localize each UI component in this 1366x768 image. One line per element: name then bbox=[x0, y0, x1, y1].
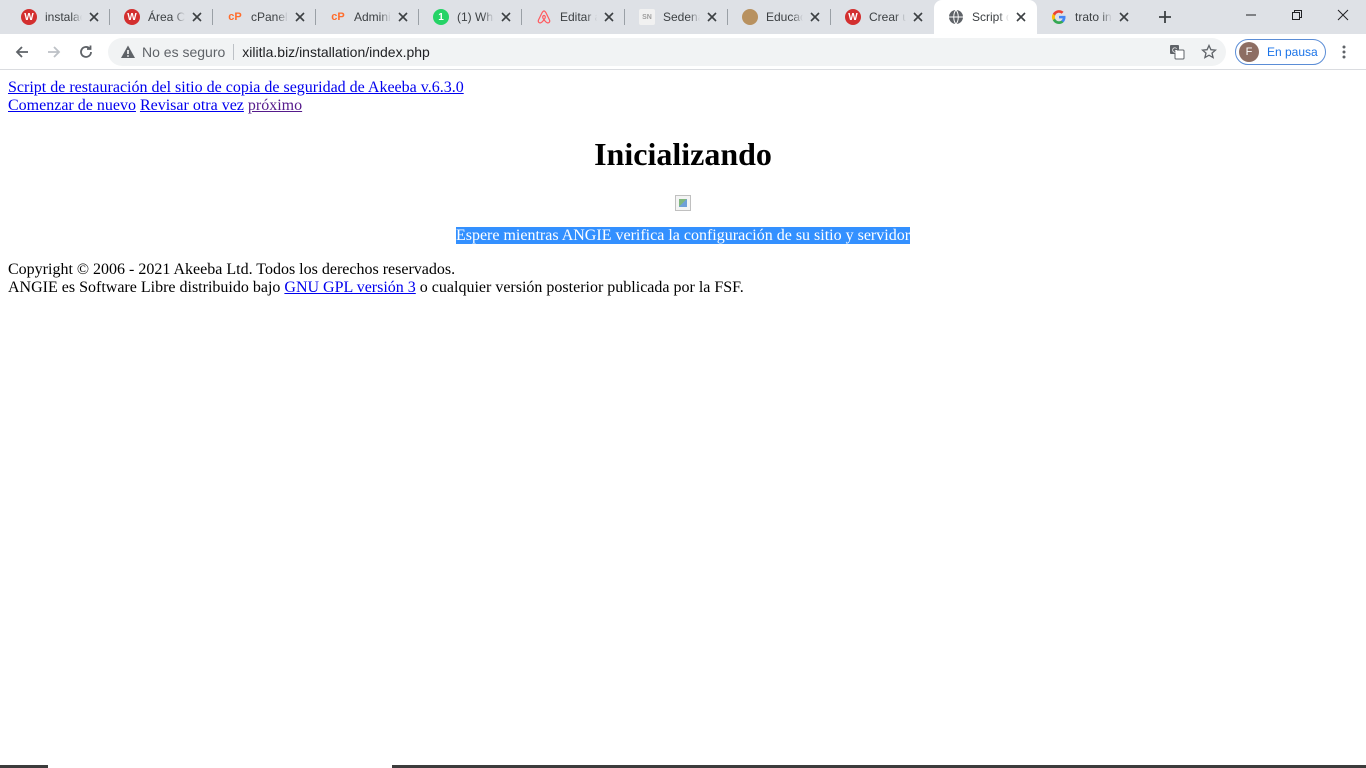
tab-title: trato in bbox=[1075, 10, 1112, 24]
tab-title: instalación bbox=[45, 10, 82, 24]
url-text[interactable]: xilitla.biz/installation/index.php bbox=[242, 44, 430, 60]
broken-image-icon bbox=[675, 195, 691, 211]
reload-button[interactable] bbox=[72, 38, 100, 66]
close-icon bbox=[1337, 9, 1349, 21]
browser-tab[interactable]: Script de restauración bbox=[934, 0, 1037, 34]
arrow-left-icon bbox=[15, 46, 28, 58]
next-link[interactable]: próximo bbox=[248, 97, 302, 114]
tab-close-icon[interactable] bbox=[1116, 9, 1132, 25]
arrow-right-icon bbox=[48, 46, 61, 58]
copyright-text: Copyright © 2006 - 2021 Akeeba Ltd. Todo… bbox=[8, 261, 456, 278]
plus-icon bbox=[1159, 11, 1171, 23]
close-window-button[interactable] bbox=[1320, 0, 1366, 30]
cpanel-icon: cP bbox=[331, 11, 345, 23]
browser-tab[interactable]: cP Administrador bbox=[316, 0, 419, 34]
start-over-link[interactable]: Comenzar de nuevo bbox=[8, 97, 136, 114]
recheck-link[interactable]: Revisar otra vez bbox=[140, 97, 244, 114]
status-message: Espere mientras ANGIE verifica la config… bbox=[455, 227, 911, 244]
tab-close-icon[interactable] bbox=[807, 9, 823, 25]
svg-text:G: G bbox=[1172, 48, 1177, 55]
security-label[interactable]: No es seguro bbox=[142, 44, 225, 60]
browser-toolbar: No es seguro xilitla.biz/installation/in… bbox=[0, 34, 1366, 70]
license-suffix: o cualquier versión posterior publicada … bbox=[415, 279, 744, 296]
more-vert-icon bbox=[1342, 45, 1346, 59]
forward-button[interactable] bbox=[40, 38, 68, 66]
tab-close-icon[interactable] bbox=[910, 9, 926, 25]
page-content: Script de restauración del sitio de copi… bbox=[0, 71, 1366, 768]
tab-title: Educación bbox=[766, 10, 803, 24]
tab-title: Administrador bbox=[354, 10, 391, 24]
header-link[interactable]: Script de restauración del sitio de copi… bbox=[8, 79, 464, 96]
sedena-icon: SN bbox=[639, 9, 655, 25]
tab-close-icon[interactable] bbox=[704, 9, 720, 25]
restore-button[interactable] bbox=[1274, 0, 1320, 30]
translate-button[interactable]: G bbox=[1166, 41, 1188, 63]
browser-tab[interactable]: Editar artículo bbox=[522, 0, 625, 34]
avatar: F bbox=[1239, 42, 1259, 62]
whatsapp-icon: 1 bbox=[433, 9, 449, 25]
browser-menu-button[interactable] bbox=[1334, 38, 1354, 66]
page-title: Inicializando bbox=[594, 136, 772, 172]
tab-close-icon[interactable] bbox=[86, 9, 102, 25]
nav-line: Comenzar de nuevo Revisar otra vez próxi… bbox=[8, 97, 302, 115]
tab-close-icon[interactable] bbox=[395, 9, 411, 25]
license-line: ANGIE es Software Libre distribuido bajo… bbox=[8, 279, 744, 297]
airbnb-icon bbox=[536, 9, 552, 25]
minimize-button[interactable] bbox=[1228, 0, 1274, 30]
warning-icon[interactable] bbox=[120, 44, 136, 60]
webempresa-icon: W bbox=[21, 9, 37, 25]
browser-tab[interactable]: Winstalación bbox=[7, 0, 110, 34]
tab-title: Editar artículo bbox=[560, 10, 597, 24]
star-icon bbox=[1201, 44, 1217, 59]
tab-title: Sedena bbox=[663, 10, 700, 24]
tab-title: (1) WhatsApp bbox=[457, 10, 494, 24]
tab-title: cPanel bbox=[251, 10, 288, 24]
tab-strip: WinstalaciónWÁrea ClientecPcPanelcPAdmin… bbox=[0, 0, 1366, 34]
tab-title: Área Cliente bbox=[148, 10, 185, 24]
browser-tab[interactable]: trato in bbox=[1037, 0, 1140, 34]
browser-tab[interactable]: Educación bbox=[728, 0, 831, 34]
globe-icon bbox=[948, 9, 964, 25]
tab-close-icon[interactable] bbox=[189, 9, 205, 25]
tab-close-icon[interactable] bbox=[292, 9, 308, 25]
license-prefix: ANGIE es Software Libre distribuido bajo bbox=[8, 279, 285, 296]
tab-close-icon[interactable] bbox=[1013, 9, 1029, 25]
tab-title: Script de restauración bbox=[972, 10, 1009, 24]
browser-tab[interactable]: W Crear un sitio bbox=[831, 0, 934, 34]
minimize-icon bbox=[1246, 14, 1256, 16]
tab-title: Crear un sitio bbox=[869, 10, 906, 24]
status-message-row: Espere mientras ANGIE verifica la config… bbox=[0, 227, 1366, 245]
profile-button[interactable]: F En pausa bbox=[1235, 39, 1326, 65]
browser-tab[interactable]: W Área Cliente bbox=[110, 0, 213, 34]
tab-close-icon[interactable] bbox=[601, 9, 617, 25]
webempresa-icon: W bbox=[124, 9, 140, 25]
back-button[interactable] bbox=[8, 38, 36, 66]
reload-icon bbox=[80, 45, 92, 58]
browser-tab[interactable]: cP cPanel bbox=[213, 0, 316, 34]
translate-icon: G bbox=[1170, 45, 1185, 60]
browser-tab[interactable]: 1 (1) WhatsApp bbox=[419, 0, 522, 34]
restore-icon bbox=[1292, 10, 1302, 20]
address-bar[interactable]: No es seguro xilitla.biz/installation/in… bbox=[108, 38, 1226, 66]
new-tab-button[interactable] bbox=[1153, 5, 1177, 29]
gpl-link[interactable]: GNU GPL versión 3 bbox=[284, 279, 415, 296]
profile-status-label: En pausa bbox=[1267, 45, 1318, 59]
google-icon bbox=[1051, 9, 1067, 25]
browser-tab[interactable]: SN Sedena bbox=[625, 0, 728, 34]
tab-close-icon[interactable] bbox=[498, 9, 514, 25]
bookmark-button[interactable] bbox=[1198, 41, 1220, 63]
cpanel-icon: cP bbox=[228, 11, 242, 23]
header-line: Script de restauración del sitio de copi… bbox=[8, 79, 464, 97]
circle-icon bbox=[742, 9, 758, 25]
webempresa-icon: W bbox=[845, 9, 861, 25]
address-divider bbox=[233, 44, 235, 60]
